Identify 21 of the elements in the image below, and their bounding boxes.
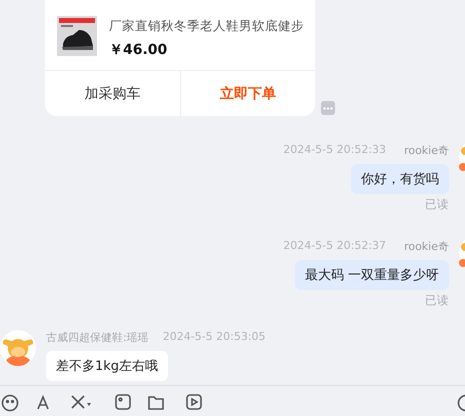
more-icon: [323, 106, 333, 110]
sender-name: 古威四超保健鞋:瑶瑶: [46, 330, 149, 345]
font-icon[interactable]: [35, 394, 51, 410]
sender-name: rookie奇: [404, 143, 449, 158]
product-price: ￥46.00: [109, 41, 168, 59]
scissors-icon[interactable]: [69, 394, 93, 410]
message-time: 2024-5-5 20:52:33: [283, 143, 386, 158]
read-status: 已读: [425, 197, 449, 212]
sender-name: rookie奇: [404, 239, 449, 254]
read-status: 已读: [425, 293, 449, 308]
message-bubble: 差不多1kg左右哦: [46, 351, 168, 381]
message-time: 2024-5-5 20:53:05: [162, 330, 266, 345]
video-icon[interactable]: [186, 394, 202, 410]
avatar-icon: [0, 330, 36, 366]
message-bubble: 最大码 一双重量多少呀: [294, 260, 449, 290]
folder-icon[interactable]: [148, 394, 164, 410]
message-bubble: 你好，有货吗: [351, 164, 449, 194]
emoji-icon[interactable]: [1, 394, 19, 412]
image-icon[interactable]: [115, 394, 131, 410]
message-time: 2024-5-5 20:52:37: [283, 239, 386, 254]
product-title: 厂家直销秋冬季老人鞋男软底健步: [109, 18, 304, 35]
